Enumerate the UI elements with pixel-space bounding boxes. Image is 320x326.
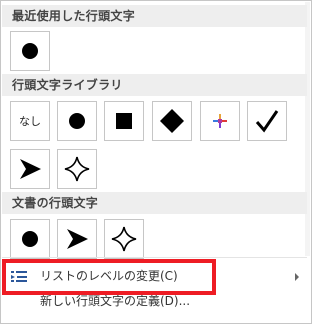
filled-circle-bullet-icon [22,231,38,247]
define-new-bullet-label: 新しい行頭文字の定義(D)... [40,294,191,308]
four-point-star-bullet-icon [64,156,90,182]
submenu-arrow-icon [295,273,299,281]
arrowhead-bullet-icon [20,159,41,179]
bullet-option-filled-circle[interactable] [57,101,97,141]
define-new-bullet-menu-item[interactable]: 新しい行頭文字の定義(D)... [2,289,307,313]
bullet-option-filled-square[interactable] [104,101,144,141]
list-level-icon [11,271,27,282]
checkmark-bullet-icon [255,110,279,133]
filled-circle-bullet-icon [69,113,85,129]
four-point-star-bullet-icon [111,226,137,252]
change-list-level-label: リストのレベルの変更(C) [40,269,178,283]
none-label: なし [19,115,41,128]
filled-diamond-bullet-icon [160,109,184,133]
menu-separator [2,257,307,258]
bullet-option-filled-diamond[interactable] [152,101,192,141]
bullet-option-none[interactable]: なし [10,101,50,141]
bullet-option-four-point-star[interactable] [57,149,97,189]
document-bullet-arrowhead[interactable] [57,219,97,259]
bullet-option-checkmark[interactable] [247,101,287,141]
document-bullet-four-point-star[interactable] [104,219,144,259]
four-color-star-bullet-icon [213,114,227,128]
scrollbar[interactable] [305,2,310,256]
bullet-library-dropdown: 最近使用した行頭文字 行頭文字ライブラリ なし 文書の行頭文字 リストのレベルの… [0,0,312,324]
document-bullet-filled-circle[interactable] [10,219,50,259]
recent-bullets-header: 最近使用した行頭文字 [2,5,307,27]
document-bullets-header: 文書の行頭文字 [2,192,307,214]
arrowhead-bullet-icon [67,229,88,249]
filled-square-bullet-icon [116,113,132,129]
bullet-option-arrowhead[interactable] [10,149,50,189]
recent-bullet-filled-circle[interactable] [10,31,50,71]
bullet-option-four-color-star[interactable] [200,101,240,141]
filled-circle-bullet-icon [22,43,38,59]
change-list-level-menu-item[interactable]: リストのレベルの変更(C) [2,264,307,288]
bullet-library-header: 行頭文字ライブラリ [2,74,307,96]
